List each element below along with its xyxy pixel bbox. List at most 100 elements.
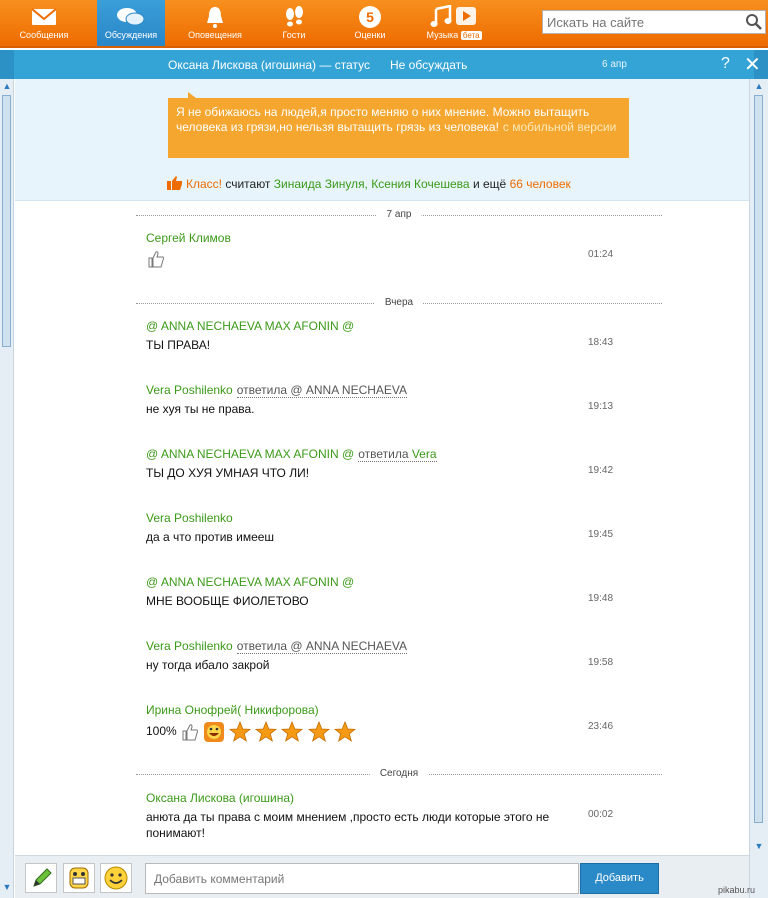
likes-verb: считают bbox=[225, 177, 271, 191]
comment-time: 19:58 bbox=[588, 657, 614, 668]
reply-word: ответила bbox=[358, 447, 409, 461]
chat-bubbles-icon bbox=[117, 8, 145, 26]
pencil-icon bbox=[33, 868, 52, 887]
status-area: Я не обижаюсь на людей,я просто меняю о … bbox=[15, 79, 749, 201]
comment-author[interactable]: @ ANNA NECHAEVA MAX AFONIN @ bbox=[146, 575, 354, 589]
close-icon[interactable]: ✕ bbox=[744, 52, 761, 77]
laughing-smiley-icon bbox=[204, 722, 225, 742]
comment-item: Оксана Лискова (игошина) анюта да ты пра… bbox=[146, 791, 613, 841]
nav-notifications-label: Оповещения bbox=[188, 30, 242, 40]
likes-names[interactable]: Зинаида Зинуля, Ксения Кочешева bbox=[274, 177, 470, 191]
likes-and-more: и ещё bbox=[472, 177, 507, 191]
likes-count[interactable]: 66 человек bbox=[510, 177, 571, 191]
envelope-icon bbox=[31, 8, 57, 25]
reply-target: @ ANNA NECHAEVA bbox=[290, 383, 408, 397]
help-icon[interactable]: ? bbox=[721, 55, 730, 73]
comment-author[interactable]: Vera Poshilenko bbox=[146, 639, 233, 653]
pencil-button[interactable] bbox=[25, 863, 57, 893]
reply-word: ответила bbox=[236, 383, 288, 397]
star-icon bbox=[281, 721, 304, 742]
sticker-face-icon bbox=[69, 867, 89, 889]
header-left-cap bbox=[0, 50, 14, 79]
comment-time: 19:48 bbox=[588, 593, 614, 604]
comment-author[interactable]: Сергей Климов bbox=[146, 231, 231, 245]
reply-word: ответила bbox=[236, 639, 288, 653]
comment-text: ну тогда ибало закрой bbox=[146, 658, 270, 672]
svg-text:5: 5 bbox=[366, 9, 374, 25]
comment-author[interactable]: @ ANNA NECHAEVA MAX AFONIN @ bbox=[146, 447, 354, 461]
comment-item: Vera Poshilenko да а что против имееш 19… bbox=[146, 511, 616, 545]
thumbs-up-icon bbox=[148, 251, 164, 268]
nav-guests-label: Гости bbox=[282, 30, 306, 40]
reply-link[interactable]: ответила @ ANNA NECHAEVA bbox=[236, 639, 408, 654]
nav-notifications[interactable]: Оповещения bbox=[182, 0, 248, 46]
scroll-down-arrow-icon[interactable]: ▼ bbox=[753, 841, 765, 853]
star-icon bbox=[228, 721, 251, 742]
nav-music-label: Музыка bbox=[426, 30, 459, 40]
comment-time: 19:45 bbox=[588, 529, 614, 540]
discussion-header: Оксана Лискова (игошина) — статус Не обс… bbox=[0, 50, 768, 79]
comment-item: @ ANNA NECHAEVA MAX AFONIN @ ТЫ ПРАВА! 1… bbox=[146, 319, 616, 353]
left-scrollbar[interactable]: ▲ ▼ bbox=[0, 79, 14, 898]
scroll-up-arrow-icon[interactable]: ▲ bbox=[1, 81, 13, 93]
right-scrollbar[interactable]: ▲ ▼ bbox=[749, 79, 768, 898]
reply-link[interactable]: ответила @ ANNA NECHAEVA bbox=[236, 383, 408, 398]
day-label: Сегодня bbox=[369, 768, 429, 779]
klass-label[interactable]: Класс! bbox=[186, 177, 222, 191]
nav-guests[interactable]: Гости bbox=[264, 0, 324, 46]
comment-text: да а что против имееш bbox=[146, 530, 275, 544]
day-label: 7 апр bbox=[376, 209, 422, 220]
search-icon[interactable] bbox=[745, 13, 763, 31]
search-input[interactable] bbox=[544, 12, 740, 32]
day-separator: Вчера bbox=[136, 297, 662, 309]
beta-badge: бета bbox=[460, 31, 482, 40]
top-navigation: Сообщения Обсуждения Оповещения Гости 5 … bbox=[0, 0, 768, 48]
scroll-down-arrow-icon[interactable]: ▼ bbox=[1, 882, 13, 894]
nav-discussions-label: Обсуждения bbox=[104, 30, 158, 40]
discussion-title[interactable]: Оксана Лискова (игошина) — статус bbox=[168, 58, 370, 72]
day-separator: 7 апр bbox=[136, 209, 662, 221]
nav-messages[interactable]: Сообщения bbox=[8, 0, 80, 46]
comment-item: Ирина Онофрей( Никифорова) 100% 23:46 bbox=[146, 703, 616, 743]
unfollow-button[interactable]: Не обсуждать bbox=[390, 58, 467, 72]
comment-author[interactable]: @ ANNA NECHAEVA MAX AFONIN @ bbox=[146, 319, 354, 333]
discussion-date: 6 апр bbox=[602, 59, 627, 70]
nav-discussions[interactable]: Обсуждения bbox=[97, 0, 165, 46]
reply-target: @ ANNA NECHAEVA bbox=[290, 639, 408, 653]
comment-time: 00:02 bbox=[588, 809, 614, 820]
sticker-button[interactable] bbox=[63, 863, 95, 893]
comment-author[interactable]: Vera Poshilenko bbox=[146, 511, 233, 525]
scroll-up-arrow-icon[interactable]: ▲ bbox=[753, 81, 765, 93]
comment-text: ТЫ ДО ХУЯ УМНАЯ ЧТО ЛИ! bbox=[146, 466, 310, 480]
music-note-icon bbox=[430, 5, 476, 27]
right-scroll-thumb[interactable] bbox=[754, 95, 763, 823]
comment-author[interactable]: Ирина Онофрей( Никифорова) bbox=[146, 703, 319, 717]
reply-link[interactable]: ответила Vera bbox=[358, 447, 437, 462]
comment-text: МНЕ ВООБЩЕ ФИОЛЕТОВО bbox=[146, 594, 309, 608]
star-icon bbox=[255, 721, 278, 742]
nav-ratings-label: Оценки bbox=[354, 30, 386, 40]
add-comment-button[interactable]: Добавить bbox=[580, 863, 659, 894]
search-box bbox=[542, 10, 766, 34]
comment-time: 01:24 bbox=[588, 249, 614, 260]
smiley-icon bbox=[104, 866, 128, 890]
nav-ratings[interactable]: 5 Оценки bbox=[340, 0, 400, 46]
nav-messages-label: Сообщения bbox=[19, 30, 69, 40]
status-bubble: Я не обижаюсь на людей,я просто меняю о … bbox=[168, 92, 629, 158]
comment-item: Vera Poshilenko ответила @ ANNA NECHAEVA … bbox=[146, 383, 616, 417]
left-scroll-thumb[interactable] bbox=[2, 95, 11, 347]
star-icon bbox=[307, 721, 330, 742]
watermark: pikabu.ru bbox=[718, 885, 756, 895]
thumbs-up-icon bbox=[182, 724, 199, 741]
comment-input[interactable] bbox=[145, 863, 579, 894]
smiley-button[interactable] bbox=[100, 863, 132, 893]
nav-music[interactable]: Музыка бета bbox=[418, 0, 490, 46]
comment-author[interactable]: Vera Poshilenko bbox=[146, 383, 233, 397]
comment-item: @ ANNA NECHAEVA MAX AFONIN @ ответила Ver… bbox=[146, 447, 616, 481]
comment-text: ТЫ ПРАВА! bbox=[146, 338, 211, 352]
comment-time: 18:43 bbox=[588, 337, 614, 348]
comment-author[interactable]: Оксана Лискова (игошина) bbox=[146, 791, 294, 805]
footprints-icon bbox=[286, 6, 303, 27]
star-icon bbox=[334, 721, 357, 742]
mobile-version-link[interactable]: с мобильной версии bbox=[503, 120, 616, 134]
